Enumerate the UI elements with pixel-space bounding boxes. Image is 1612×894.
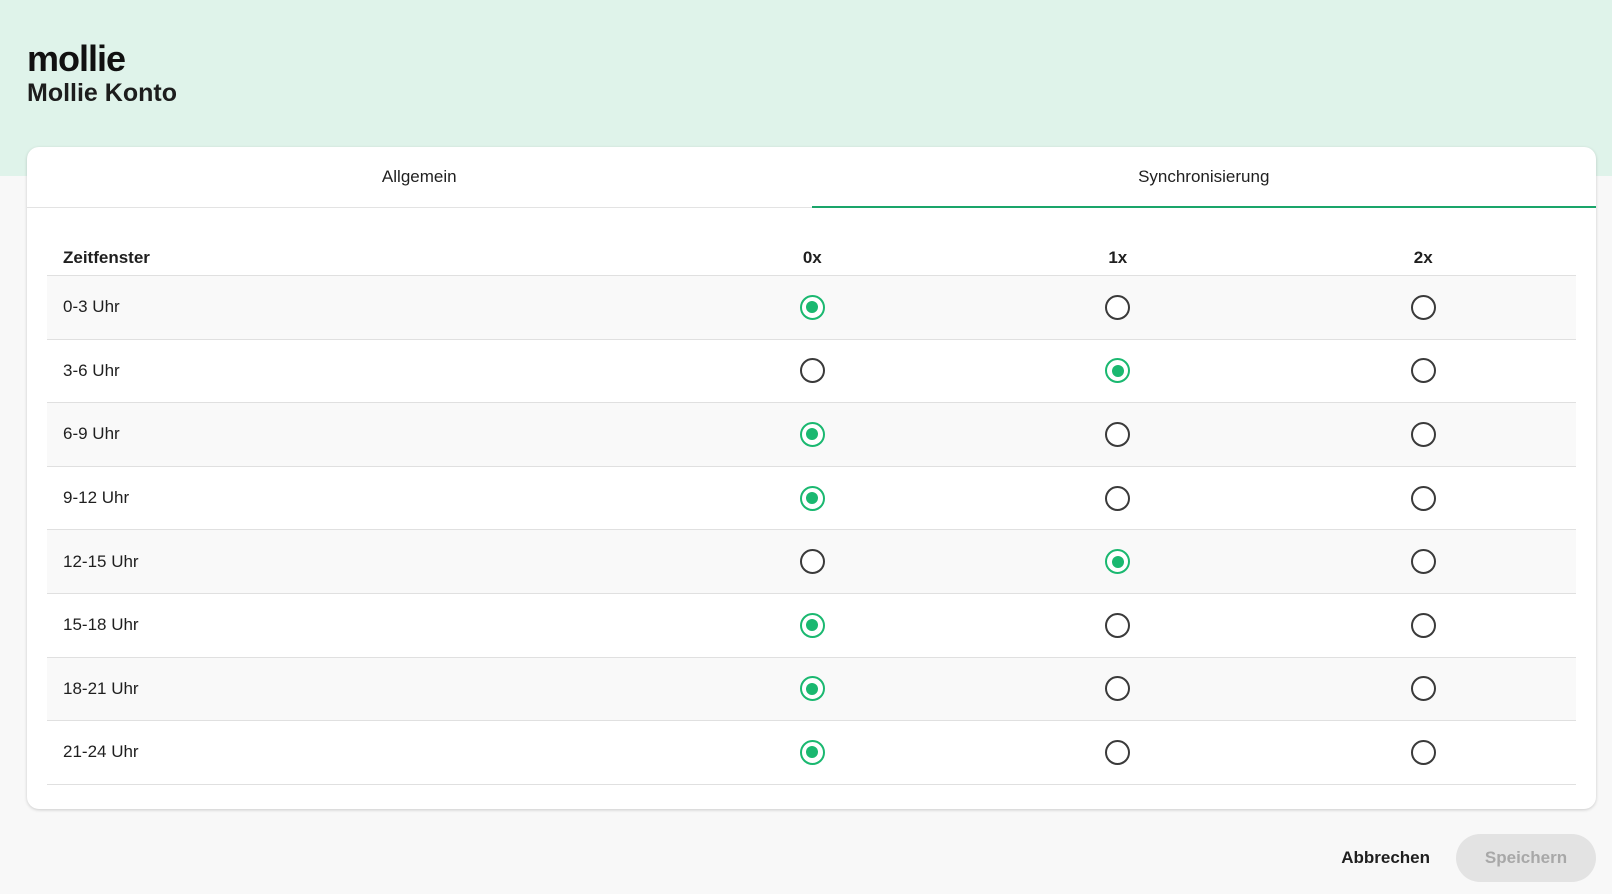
- radio-cell: [1271, 421, 1576, 447]
- radio-cell: [1271, 676, 1576, 702]
- radio-cell: [660, 421, 965, 447]
- radio-cell: [1271, 294, 1576, 320]
- radio-1x[interactable]: [1105, 612, 1131, 638]
- radio-cell: [965, 612, 1270, 638]
- radio-1x[interactable]: [1105, 549, 1131, 575]
- radio-1x[interactable]: [1105, 421, 1131, 447]
- radio-2x[interactable]: [1410, 294, 1436, 320]
- radio-cell: [660, 294, 965, 320]
- column-header-0x: 0x: [802, 247, 822, 267]
- radio-cell: [1271, 358, 1576, 384]
- radio-cell: [660, 612, 965, 638]
- radio-2x[interactable]: [1410, 676, 1436, 702]
- tab-synchronisierung[interactable]: Synchronisierung: [811, 147, 1597, 208]
- time-window-label: 6-9 Uhr: [63, 424, 120, 444]
- cancel-button[interactable]: Abbrechen: [1341, 848, 1430, 868]
- time-window-label: 0-3 Uhr: [63, 297, 120, 317]
- radio-1x[interactable]: [1105, 676, 1131, 702]
- table-row: 12-15 Uhr: [47, 530, 1576, 594]
- tab-bar: Allgemein Synchronisierung: [27, 147, 1596, 208]
- radio-2x[interactable]: [1410, 549, 1436, 575]
- radio-cell: [1271, 485, 1576, 511]
- radio-cell: [1271, 739, 1576, 765]
- radio-cell: [660, 358, 965, 384]
- time-window-label: 3-6 Uhr: [63, 360, 120, 380]
- radio-cell: [965, 549, 1270, 575]
- time-window-label: 9-12 Uhr: [63, 488, 130, 508]
- radio-cell: [965, 358, 1270, 384]
- column-header-1x: 1x: [1108, 247, 1128, 267]
- table-row: 0-3 Uhr: [47, 276, 1576, 340]
- radio-2x[interactable]: [1410, 421, 1436, 447]
- radio-cell: [660, 739, 965, 765]
- table-row: 21-24 Uhr: [47, 721, 1576, 785]
- radio-0x[interactable]: [799, 549, 825, 575]
- radio-cell: [965, 485, 1270, 511]
- radio-cell: [965, 421, 1270, 447]
- radio-cell: [660, 549, 965, 575]
- radio-cell: [1271, 612, 1576, 638]
- table-row: 3-6 Uhr: [47, 340, 1576, 404]
- radio-0x[interactable]: [799, 739, 825, 765]
- radio-2x[interactable]: [1410, 358, 1436, 384]
- radio-1x[interactable]: [1105, 294, 1131, 320]
- footer-actions: Abbrechen Speichern: [1341, 834, 1596, 882]
- radio-0x[interactable]: [799, 421, 825, 447]
- time-window-label: 15-18 Uhr: [63, 615, 139, 635]
- radio-cell: [965, 739, 1270, 765]
- radio-2x[interactable]: [1410, 739, 1436, 765]
- radio-1x[interactable]: [1105, 358, 1131, 384]
- radio-cell: [660, 485, 965, 511]
- radio-2x[interactable]: [1410, 485, 1436, 511]
- table-row: 18-21 Uhr: [47, 657, 1576, 722]
- radio-cell: [660, 676, 965, 702]
- column-header-2x: 2x: [1413, 247, 1433, 267]
- radio-cell: [965, 676, 1270, 702]
- table-row: 9-12 Uhr: [47, 467, 1576, 531]
- save-button[interactable]: Speichern: [1456, 834, 1596, 882]
- table-header: Zeitfenster 0x 1x 2x: [47, 240, 1576, 276]
- radio-2x[interactable]: [1410, 612, 1436, 638]
- time-window-label: 18-21 Uhr: [63, 678, 139, 698]
- page-header: mollie Mollie Konto: [27, 40, 177, 108]
- radio-1x[interactable]: [1105, 739, 1131, 765]
- radio-cell: [965, 294, 1270, 320]
- mollie-logo: mollie: [27, 38, 126, 79]
- time-window-label: 12-15 Uhr: [63, 551, 139, 571]
- column-header-zeitfenster: Zeitfenster: [63, 247, 150, 267]
- radio-0x[interactable]: [799, 676, 825, 702]
- table-row: 15-18 Uhr: [47, 594, 1576, 658]
- radio-0x[interactable]: [799, 612, 825, 638]
- page-title: Mollie Konto: [27, 79, 177, 107]
- radio-0x[interactable]: [799, 358, 825, 384]
- tab-allgemein[interactable]: Allgemein: [27, 147, 812, 207]
- table-row: 6-9 Uhr: [47, 403, 1576, 467]
- radio-1x[interactable]: [1105, 485, 1131, 511]
- radio-0x[interactable]: [799, 294, 825, 320]
- time-window-label: 21-24 Uhr: [63, 742, 139, 762]
- radio-0x[interactable]: [799, 485, 825, 511]
- radio-cell: [1271, 549, 1576, 575]
- table-body: 0-3 Uhr 3-6 Uhr 6-9 Uhr 9-12 Uhr 12-15 Uhr 15…: [47, 276, 1576, 785]
- sync-table: Zeitfenster 0x 1x 2x 0-3 Uhr 3-6 Uhr 6-9 U…: [47, 240, 1576, 785]
- settings-card: Allgemein Synchronisierung Zeitfenster 0…: [27, 147, 1596, 809]
